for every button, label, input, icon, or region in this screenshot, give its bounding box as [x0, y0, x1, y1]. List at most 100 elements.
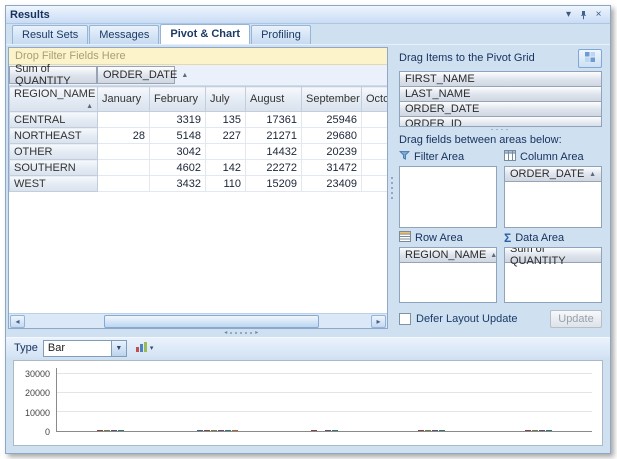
- field-list-item[interactable]: LAST_NAME: [400, 87, 601, 102]
- pivot-grid-button[interactable]: [578, 49, 602, 68]
- close-icon[interactable]: ×: [591, 8, 606, 22]
- pivot-cell[interactable]: 142: [206, 160, 246, 176]
- pivot-cell[interactable]: 21271: [246, 128, 302, 144]
- chart-plot-area: [56, 368, 592, 432]
- pivot-cell[interactable]: [362, 144, 388, 160]
- horizontal-splitter[interactable]: ◂▸: [6, 329, 610, 337]
- pivot-cell[interactable]: 3319: [150, 112, 206, 128]
- list-resize-grip[interactable]: ····: [399, 127, 602, 134]
- pivot-cell[interactable]: 4602: [150, 160, 206, 176]
- column-header[interactable]: September: [302, 87, 362, 112]
- vertical-splitter[interactable]: [388, 47, 395, 329]
- pivot-cell[interactable]: 3432: [150, 176, 206, 192]
- bar-chart: 0100002000030000: [13, 360, 603, 446]
- pivot-cell[interactable]: [98, 176, 150, 192]
- scrollbar-thumb[interactable]: [104, 315, 319, 328]
- pivot-cell[interactable]: [98, 112, 150, 128]
- bar-group: [518, 430, 560, 431]
- pivot-cell[interactable]: 5148: [150, 128, 206, 144]
- side-panel-header: Drag Items to the Pivot Grid: [399, 49, 602, 71]
- pivot-cell[interactable]: 29680: [302, 128, 362, 144]
- row-header[interactable]: CENTRAL: [10, 112, 98, 128]
- row-header[interactable]: WEST: [10, 176, 98, 192]
- data-area-box[interactable]: Sum of QUANTITY: [504, 247, 602, 303]
- drag-fields-label: Drag fields between areas below:: [399, 134, 602, 150]
- bar-september: [439, 430, 445, 431]
- pivot-cell[interactable]: 25946: [302, 112, 362, 128]
- pivot-cell[interactable]: 31472: [302, 160, 362, 176]
- titlebar[interactable]: Results ▾ ×: [6, 6, 610, 24]
- data-area-field[interactable]: Sum of QUANTITY: [505, 248, 601, 263]
- pivot-cell[interactable]: 14432: [246, 144, 302, 160]
- pivot-field-list[interactable]: FIRST_NAMELAST_NAMEORDER_DATEORDER_ID: [399, 71, 602, 127]
- tab-profiling[interactable]: Profiling: [251, 25, 311, 44]
- pin-icon[interactable]: [576, 8, 591, 22]
- row-header[interactable]: SOUTHERN: [10, 160, 98, 176]
- drag-items-label: Drag Items to the Pivot Grid: [399, 49, 535, 64]
- bar-september: [118, 430, 124, 431]
- horizontal-scrollbar[interactable]: ◂ ▸: [9, 313, 387, 328]
- row-area-box[interactable]: REGION_NAME ▲: [399, 247, 497, 303]
- column-header[interactable]: October: [362, 87, 388, 112]
- pivot-cell[interactable]: 23409: [302, 176, 362, 192]
- pivot-cell[interactable]: [98, 144, 150, 160]
- column-header[interactable]: August: [246, 87, 302, 112]
- field-list-item[interactable]: ORDER_DATE: [400, 102, 601, 117]
- column-header[interactable]: July: [206, 87, 246, 112]
- scroll-left-icon[interactable]: ◂: [10, 315, 25, 328]
- y-tick-label: 10000: [25, 408, 50, 418]
- pivot-cell[interactable]: 20239: [302, 144, 362, 160]
- update-button[interactable]: Update: [550, 310, 602, 328]
- pivot-cell[interactable]: 28: [98, 128, 150, 144]
- column-area-field[interactable]: ORDER_DATE ▲: [505, 167, 601, 182]
- column-header[interactable]: February: [150, 87, 206, 112]
- pivot-cell[interactable]: [362, 176, 388, 192]
- bar-august: [432, 430, 438, 431]
- row-field-header[interactable]: REGION_NAME▲: [10, 87, 98, 112]
- pivot-cell[interactable]: 15209: [246, 176, 302, 192]
- bar-group: [304, 430, 346, 431]
- chart-options-button[interactable]: ▾: [132, 340, 157, 356]
- row-header[interactable]: OTHER: [10, 144, 98, 160]
- pivot-header-row: REGION_NAME▲JanuaryFebruaryJulyAugustSep…: [10, 87, 388, 112]
- row-header[interactable]: NORTHEAST: [10, 128, 98, 144]
- pivot-cell[interactable]: [362, 112, 388, 128]
- pivot-cell[interactable]: [362, 160, 388, 176]
- tab-messages[interactable]: Messages: [89, 25, 159, 44]
- y-tick-label: 30000: [25, 369, 50, 379]
- pivot-cell[interactable]: [362, 128, 388, 144]
- pivot-cell[interactable]: 22272: [246, 160, 302, 176]
- tab-pivot-chart[interactable]: Pivot & Chart: [160, 24, 250, 44]
- pivot-cell[interactable]: [98, 160, 150, 176]
- pivot-cell[interactable]: 135: [206, 112, 246, 128]
- pivot-table-viewport: REGION_NAME▲JanuaryFebruaryJulyAugustSep…: [9, 86, 387, 313]
- bar-july: [104, 430, 110, 431]
- chevron-down-icon[interactable]: ▾: [561, 8, 576, 22]
- pivot-fields-row: Sum of QUANTITY ORDER_DATE ▲: [9, 65, 387, 86]
- pivot-areas: Filter Area Column Area ORDER_DATE ▲: [399, 149, 602, 303]
- combo-dropdown-icon[interactable]: ▼: [111, 341, 126, 356]
- filter-area-box[interactable]: [399, 166, 497, 228]
- pivot-cell[interactable]: [206, 144, 246, 160]
- filter-icon: [399, 150, 410, 164]
- scrollbar-track[interactable]: [26, 315, 370, 328]
- field-list-item[interactable]: FIRST_NAME: [400, 72, 601, 87]
- sigma-icon: Σ: [504, 232, 511, 244]
- pivot-cell[interactable]: 227: [206, 128, 246, 144]
- column-field-button[interactable]: ORDER_DATE ▲: [97, 66, 175, 84]
- tab-result-sets[interactable]: Result Sets: [12, 25, 88, 44]
- column-header[interactable]: January: [98, 87, 150, 112]
- pivot-cell[interactable]: 17361: [246, 112, 302, 128]
- column-area-box[interactable]: ORDER_DATE ▲: [504, 166, 602, 228]
- row-area-field[interactable]: REGION_NAME ▲: [400, 248, 496, 263]
- column-area-icon: [504, 150, 516, 164]
- chart-type-select[interactable]: Bar ▼: [43, 340, 127, 357]
- sort-ascending-icon: ▲: [490, 252, 497, 259]
- data-field-button[interactable]: Sum of QUANTITY: [9, 66, 97, 84]
- pivot-cell[interactable]: 3042: [150, 144, 206, 160]
- pivot-cell[interactable]: 110: [206, 176, 246, 192]
- bar-february: [311, 430, 317, 431]
- bar-february: [97, 430, 103, 431]
- defer-checkbox[interactable]: [399, 313, 411, 325]
- scroll-right-icon[interactable]: ▸: [371, 315, 386, 328]
